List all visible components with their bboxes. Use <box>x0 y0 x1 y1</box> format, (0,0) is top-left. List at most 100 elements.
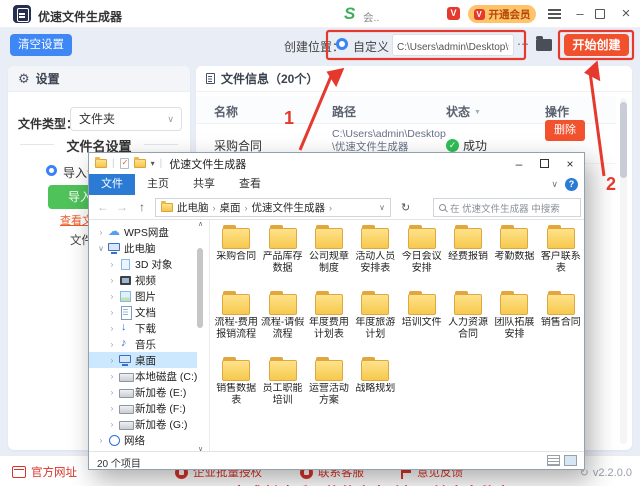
folder-item[interactable]: 运营活动方案 <box>306 354 352 420</box>
document-icon <box>206 73 215 84</box>
browse-folder-icon[interactable] <box>536 36 552 51</box>
tree-item-label: 本地磁盘 (C:) <box>135 370 198 383</box>
breadcrumb-item[interactable]: 优速文件生成器 <box>252 200 326 215</box>
tree-expander-icon[interactable]: › <box>108 324 116 333</box>
maximize-button[interactable] <box>595 9 605 19</box>
delete-button[interactable]: 删除 <box>545 120 585 141</box>
forward-icon[interactable]: → <box>116 200 128 214</box>
refresh-icon[interactable]: ↻ <box>401 201 410 214</box>
folder-item[interactable]: 销售数据表 <box>213 354 259 420</box>
scrollbar-thumb[interactable] <box>620 102 627 178</box>
tree-expander-icon[interactable]: › <box>108 372 116 381</box>
tree-item-桌面[interactable]: › 桌面 <box>89 352 197 368</box>
folder-item[interactable]: 培训文件 <box>399 288 445 354</box>
breadcrumb-dropdown-icon[interactable]: ∨ <box>379 203 385 212</box>
minimize-button[interactable]: – <box>572 6 588 22</box>
folder-item[interactable]: 采购合同 <box>213 222 259 288</box>
explorer-tab-0[interactable]: 文件 <box>89 174 135 195</box>
tree-expander-icon[interactable]: › <box>108 292 116 301</box>
menu-icon[interactable] <box>548 9 561 19</box>
tree-item-新加卷 (F:)[interactable]: › 新加卷 (F:) <box>89 400 197 416</box>
folder-item[interactable]: 流程-费用报销流程 <box>213 288 259 354</box>
breadcrumb[interactable]: 此电脑 › 桌面 › 优速文件生成器 › ∨ <box>155 198 391 217</box>
tree-item-新加卷 (G:)[interactable]: › 新加卷 (G:) <box>89 416 197 432</box>
tree-item-3D 对象[interactable]: › 3D 对象 <box>89 256 197 272</box>
tree-expander-icon[interactable]: › <box>108 356 116 365</box>
thumbnails-view-icon[interactable] <box>564 455 577 466</box>
location-path-input[interactable] <box>392 34 514 56</box>
custom-location-radio[interactable] <box>336 38 348 50</box>
tree-item-此电脑[interactable]: ∨ 此电脑 <box>89 240 197 256</box>
tree-expander-icon[interactable]: › <box>108 276 116 285</box>
folder-item[interactable]: 人力资源合同 <box>445 288 491 354</box>
folder-item[interactable]: 公司规章制度 <box>306 222 352 288</box>
tree-expander-icon[interactable]: › <box>108 340 116 349</box>
explorer-search-input[interactable]: 在 优速文件生成器 中搜索 <box>433 198 581 217</box>
help-icon[interactable]: ? <box>565 178 578 191</box>
open-vip-button[interactable]: V 开通会员 <box>468 5 536 23</box>
folder-item[interactable]: 客户联系表 <box>538 222 584 288</box>
tree-expander-icon[interactable]: › <box>108 404 116 413</box>
folder-item[interactable]: 产品库存数据 <box>259 222 305 288</box>
folder-item[interactable]: 员工职能培训 <box>259 354 305 420</box>
tree-expander-icon[interactable]: › <box>97 228 105 237</box>
more-icon[interactable]: ⋯ <box>517 37 529 51</box>
explorer-maximize-button[interactable] <box>540 159 549 168</box>
tree-expander-icon[interactable]: › <box>97 436 105 445</box>
explorer-close-button[interactable]: × <box>562 157 578 171</box>
folder-item[interactable]: 流程-请假流程 <box>259 288 305 354</box>
start-create-button[interactable]: 开始创建 <box>564 34 629 56</box>
folder-item[interactable]: 考勤数据 <box>491 222 537 288</box>
qat-caret-icon[interactable]: ▾ <box>151 159 155 168</box>
breadcrumb-item[interactable]: 桌面 <box>220 200 241 215</box>
tree-expander-icon[interactable]: › <box>108 420 116 429</box>
tree-scrollbar[interactable]: ∧ ∨ <box>196 220 205 453</box>
up-icon[interactable]: ↑ <box>139 200 145 214</box>
tree-item-本地磁盘 (C:)[interactable]: › 本地磁盘 (C:) <box>89 368 198 384</box>
folder-icon <box>221 291 251 315</box>
filter-icon[interactable]: ▼ <box>474 109 481 116</box>
tree-expander-icon[interactable]: › <box>108 308 116 317</box>
clear-settings-button[interactable]: 清空设置 <box>10 34 72 56</box>
folder-item[interactable]: 年度旅游计划 <box>352 288 398 354</box>
tree-item-WPS网盘[interactable]: › WPS网盘 <box>89 224 197 240</box>
folder-item[interactable]: 年度费用计划表 <box>306 288 352 354</box>
vip-icon[interactable]: V <box>447 7 460 20</box>
footer-link-0[interactable]: 官方网址 <box>12 464 77 480</box>
folder-label: 经费报销 <box>448 251 489 262</box>
tree-item-新加卷 (E:)[interactable]: › 新加卷 (E:) <box>89 384 197 400</box>
scroll-up-icon[interactable]: ∧ <box>196 220 205 228</box>
settings-header-label: 设置 <box>35 72 60 86</box>
folder-item[interactable]: 销售合同 <box>538 288 584 354</box>
explorer-tab-2[interactable]: 共享 <box>181 174 227 195</box>
file-type-dropdown[interactable]: 文件夹 ∨ <box>70 107 182 131</box>
checkmark-doc-icon[interactable] <box>119 158 129 169</box>
back-icon[interactable]: ← <box>97 200 109 214</box>
folder-item[interactable]: 战略规划 <box>352 354 398 420</box>
tree-expander-icon[interactable]: › <box>108 388 116 397</box>
tree-item-音乐[interactable]: › 音乐 <box>89 336 197 352</box>
tree-item-网络[interactable]: › 网络 <box>89 432 197 448</box>
details-view-icon[interactable] <box>547 455 560 466</box>
breadcrumb-item[interactable]: 此电脑 <box>177 200 209 215</box>
scrollbar-thumb[interactable] <box>197 248 203 328</box>
folder-item[interactable]: 今日会议安排 <box>399 222 445 288</box>
tree-expander-icon[interactable]: ∨ <box>97 244 105 253</box>
ribbon-collapse-icon[interactable]: ∨ <box>551 179 558 190</box>
folder-icon[interactable] <box>133 157 146 168</box>
close-button[interactable]: × <box>618 6 634 22</box>
network-icon <box>108 434 121 447</box>
folder-item[interactable]: 活动人员安排表 <box>352 222 398 288</box>
tree-item-图片[interactable]: › 图片 <box>89 288 197 304</box>
tree-item-视频[interactable]: › 视频 <box>89 272 197 288</box>
import-create-radio[interactable] <box>46 165 57 176</box>
tree-expander-icon[interactable]: › <box>108 260 116 269</box>
folder-item[interactable]: 经费报销 <box>445 222 491 288</box>
tree-item-下载[interactable]: › 下载 <box>89 320 197 336</box>
folder-item[interactable]: 团队拓展安排 <box>491 288 537 354</box>
table-scrollbar[interactable] <box>620 98 627 444</box>
tree-item-文档[interactable]: › 文档 <box>89 304 197 320</box>
explorer-tab-3[interactable]: 查看 <box>227 174 273 195</box>
explorer-minimize-button[interactable]: – <box>511 157 527 171</box>
explorer-tab-1[interactable]: 主页 <box>135 174 181 195</box>
